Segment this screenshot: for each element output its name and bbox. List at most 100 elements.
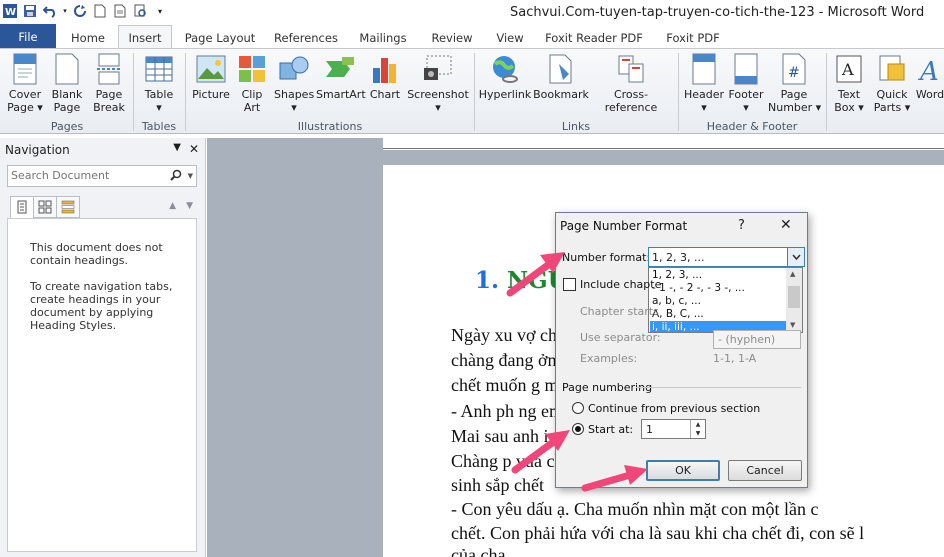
quick-parts-icon [876,53,908,85]
quick-parts-button[interactable]: Quick Parts ▾ [872,53,912,114]
browse-results-icon[interactable] [56,196,80,218]
word-logo-icon[interactable]: W [2,3,18,19]
scroll-down-icon[interactable]: ▼ [790,321,795,329]
scroll-up-icon[interactable]: ▲ [790,270,795,278]
tab-foxit-reader-pdf[interactable]: Foxit Reader PDF [540,26,648,49]
text-box-button[interactable]: A Text Box ▾ [830,53,868,114]
undo-icon[interactable] [42,3,58,19]
header-button[interactable]: Header ▾ [682,53,726,114]
paragraph-line[interactable]: sinh sắp chết [451,475,544,496]
start-at-stepper[interactable]: 1 ▲ ▼ [641,419,706,439]
shapes-button[interactable]: Shapes ▾ [274,53,314,114]
stepper-down-icon[interactable]: ▼ [691,429,705,438]
tab-references[interactable]: References [270,26,342,49]
document-heading[interactable]: 1. NGU [475,267,568,294]
previous-icon[interactable]: ▲ [169,201,176,211]
tab-page-layout[interactable]: Page Layout [180,26,260,49]
open-icon[interactable] [112,3,128,19]
table-button[interactable]: Table ▾ [138,53,180,114]
chart-icon [369,53,401,85]
scroll-thumb[interactable] [788,286,800,308]
svg-text:A: A [918,57,939,84]
next-icon[interactable]: ▼ [186,201,193,211]
pane-options-icon[interactable]: ▼ [173,142,181,156]
page-break-button[interactable]: Page Break [90,53,128,114]
tab-foxit-pdf[interactable]: Foxit PDF [656,26,730,49]
paragraph-line[interactable]: chết. Con phải hứa với cha là sau khi ch… [451,523,864,544]
list-scrollbar[interactable]: ▲ ▼ [786,268,802,332]
number-format-list[interactable]: 1, 2, 3, ... - 1 -, - 2 -, - 3 -, ... a,… [648,267,803,333]
bookmark-icon [545,53,577,85]
include-chapter-checkbox[interactable] [563,278,576,291]
cancel-button[interactable]: Cancel [728,460,802,481]
save-icon[interactable] [22,3,38,19]
table-icon [143,53,175,85]
list-item[interactable]: A, B, C, ... [650,308,786,321]
group-separator [826,53,827,131]
help-icon[interactable]: ? [738,218,745,233]
cover-page-button[interactable]: Cover Page ▾ [6,53,44,114]
browse-pages-icon[interactable] [33,196,57,218]
chevron-down-icon[interactable] [787,248,804,266]
tab-review[interactable]: Review [424,26,480,49]
tab-file[interactable]: File [0,24,56,49]
start-at-radio[interactable] [572,423,584,435]
create-headings-message: To create navigation tabs, create headin… [30,280,173,332]
group-label-tables: Tables [141,120,177,133]
shapes-icon [278,53,310,85]
search-icon[interactable] [170,169,182,184]
chart-button[interactable]: Chart [366,53,404,101]
picture-button[interactable]: Picture [190,53,232,101]
list-item[interactable]: a, b, c, ... [650,295,786,308]
tab-view[interactable]: View [488,26,532,49]
blank-page-button[interactable]: Blank Page [48,53,86,114]
customize-toolbar-icon[interactable]: ▾ [152,3,168,19]
screenshot-icon [422,53,454,85]
tab-mailings[interactable]: Mailings [352,26,414,49]
smartart-button[interactable]: SmartArt [316,53,366,101]
tab-insert[interactable]: Insert [118,25,172,49]
search-options-icon[interactable]: ▼ [188,172,193,180]
undo-dropdown-icon[interactable]: ▾ [62,3,68,19]
header-icon [688,53,720,85]
group-label-links: Links [561,120,591,133]
list-item[interactable]: 1, 2, 3, ... [650,269,786,282]
print-preview-icon[interactable] [132,3,148,19]
cross-reference-button[interactable]: Cross-reference [590,53,672,114]
start-at-label: Start at: [588,423,634,436]
close-icon[interactable]: ✕ [189,142,199,156]
number-format-label: Number format: [562,251,651,264]
wordart-button[interactable]: A Word [914,53,944,101]
stepper-up-icon[interactable]: ▲ [691,420,705,429]
browse-headings-icon[interactable] [10,196,34,218]
text-box-icon: A [833,53,865,85]
screenshot-button[interactable]: Screenshot ▾ [406,53,470,114]
group-divider [636,387,801,388]
new-document-icon[interactable] [92,3,108,19]
redo-icon[interactable] [72,3,88,19]
footer-button[interactable]: Footer ▾ [726,53,766,114]
paragraph-line[interactable]: của cha. [451,545,510,557]
continue-label: Continue from previous section [588,402,761,415]
use-separator-label: Use separator: [580,331,661,344]
paragraph-line[interactable]: - Con yêu dấu ạ. Cha muốn nhìn mặt con m… [451,499,818,520]
title-bar: W ▾ ▾ Sachvui.Com-tuyen-tap-truyen-co-ti… [0,0,944,24]
separator-select[interactable]: - (hyphen) [713,330,801,349]
continue-radio[interactable] [572,402,584,414]
tab-home[interactable]: Home [62,26,114,49]
clip-art-button[interactable]: Clip Art [234,53,270,114]
ok-button[interactable]: OK [646,460,720,481]
bookmark-button[interactable]: Bookmark [533,53,589,101]
cross-reference-icon [615,53,647,85]
list-item[interactable]: - 1 -, - 2 -, - 3 -, ... [650,282,786,295]
navigation-pane: Navigation ▼ ✕ ▼ ▲ ▼ This document does … [0,138,206,557]
page-number-button[interactable]: # Page Number ▾ [768,53,821,114]
hyperlink-icon [489,53,521,85]
search-document-input[interactable] [11,169,161,182]
close-icon[interactable]: ✕ [780,217,792,233]
svg-text:#: # [788,65,800,81]
navigation-arrows: ▲ ▼ [169,201,193,211]
hyperlink-button[interactable]: Hyperlink [478,53,532,101]
navigation-view-tabs [10,196,80,218]
number-format-select[interactable]: 1, 2, 3, ... [648,247,805,267]
